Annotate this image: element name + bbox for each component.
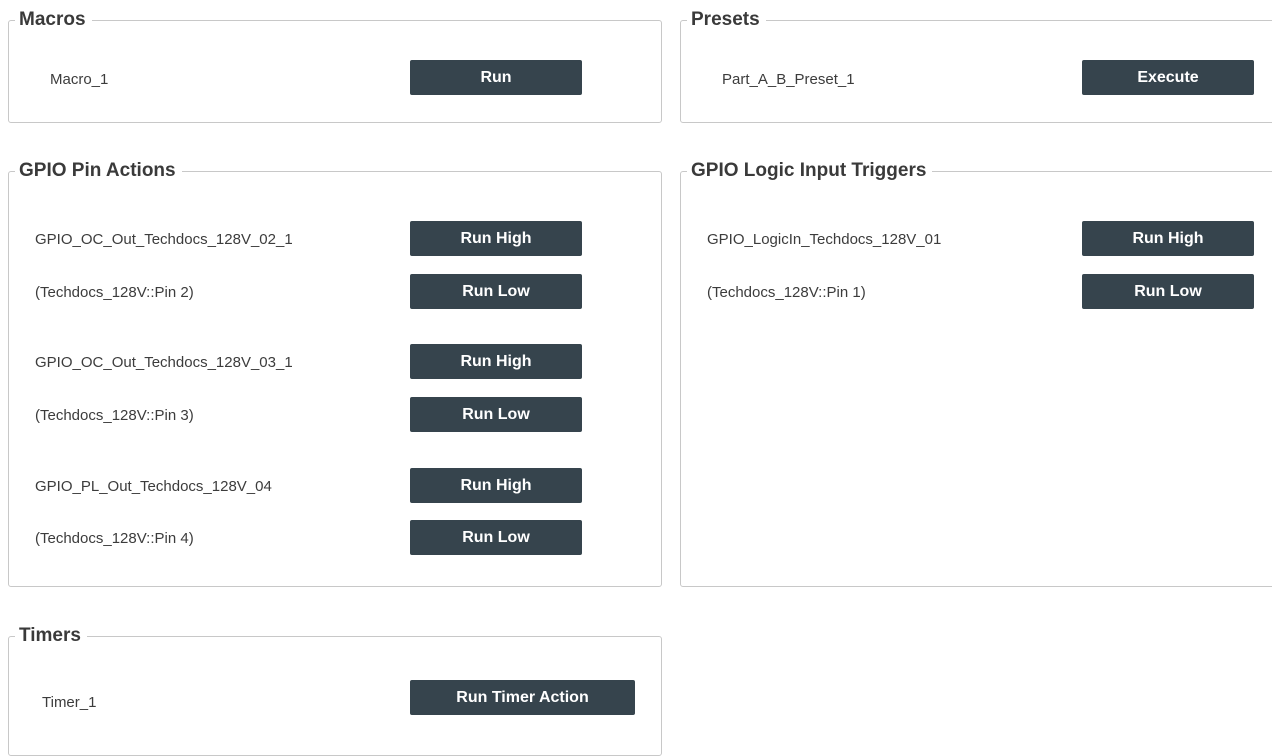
gpio-run-low-button[interactable]: Run Low [410, 520, 582, 555]
preset-name: Part_A_B_Preset_1 [722, 71, 855, 88]
timer-run-action-button[interactable]: Run Timer Action [410, 680, 635, 715]
presets-title: Presets [687, 9, 766, 31]
gpio-trigger-run-high-button[interactable]: Run High [1082, 221, 1254, 256]
preset-execute-button[interactable]: Execute [1082, 60, 1254, 95]
gpio-trigger-name: GPIO_LogicIn_Techdocs_128V_01 [707, 231, 942, 248]
gpio-trigger-pin: (Techdocs_128V::Pin 1) [707, 284, 866, 301]
gpio-run-low-button[interactable]: Run Low [410, 397, 582, 432]
gpio-action-pin: (Techdocs_128V::Pin 2) [35, 284, 194, 301]
macro-name: Macro_1 [50, 71, 109, 88]
gpio-action-name: GPIO_OC_Out_Techdocs_128V_02_1 [35, 231, 293, 248]
gpio-run-low-button[interactable]: Run Low [410, 274, 582, 309]
macro-run-button[interactable]: Run [410, 60, 582, 95]
gpio-action-pin: (Techdocs_128V::Pin 4) [35, 530, 194, 547]
timer-name: Timer_1 [42, 694, 97, 711]
timers-title: Timers [15, 625, 87, 647]
gpio-run-high-button[interactable]: Run High [410, 468, 582, 503]
gpio-logic-input-triggers-title: GPIO Logic Input Triggers [687, 160, 933, 182]
gpio-action-name: GPIO_OC_Out_Techdocs_128V_03_1 [35, 354, 293, 371]
gpio-trigger-run-low-button[interactable]: Run Low [1082, 274, 1254, 309]
gpio-action-name: GPIO_PL_Out_Techdocs_128V_04 [35, 478, 272, 495]
gpio-run-high-button[interactable]: Run High [410, 221, 582, 256]
gpio-action-pin: (Techdocs_128V::Pin 3) [35, 407, 194, 424]
gpio-pin-actions-title: GPIO Pin Actions [15, 160, 182, 182]
macros-title: Macros [15, 9, 92, 31]
gpio-run-high-button[interactable]: Run High [410, 344, 582, 379]
